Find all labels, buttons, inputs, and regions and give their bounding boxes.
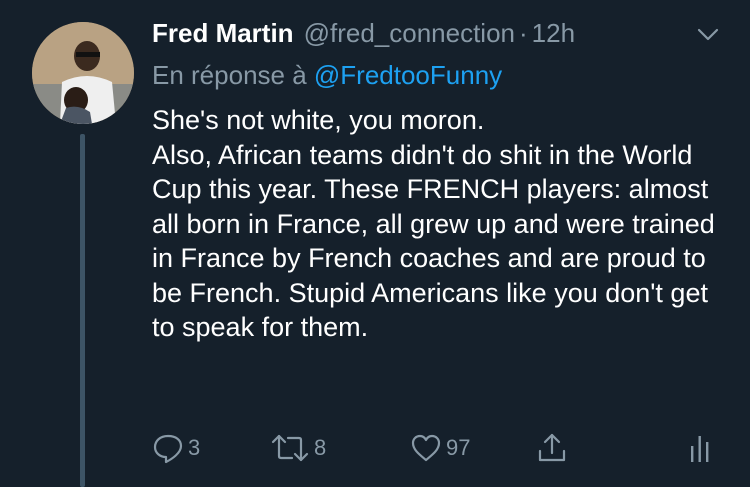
retweet-button[interactable]: 8 [270,428,326,468]
reply-context: En réponse à @FredtooFunny [152,60,502,91]
reply-icon [153,434,183,464]
tweet-header: Fred Martin @fred_connection · 12h [152,18,730,54]
avatar-photo [32,22,134,124]
tweet-text: She's not white, you moron. Also, Africa… [152,103,737,345]
tweet-timestamp[interactable]: 12h [532,18,575,49]
analytics-button[interactable] [688,428,712,468]
analytics-icon [691,436,709,462]
author-handle[interactable]: @fred_connection [304,18,515,49]
reply-prefix: En réponse à [152,60,314,90]
tweet-actions: 3 8 97 [152,428,732,468]
reply-mention-link[interactable]: @FredtooFunny [314,60,502,90]
heart-icon [411,434,441,462]
chevron-down-icon[interactable] [696,24,720,44]
author-name[interactable]: Fred Martin [152,18,294,49]
like-count: 97 [446,435,471,460]
reply-button[interactable]: 3 [152,428,200,468]
reply-count: 3 [188,435,201,460]
retweet-icon [271,434,309,462]
share-button[interactable] [536,428,568,468]
like-button[interactable]: 97 [410,428,470,468]
separator-dot: · [519,18,528,48]
share-icon [538,433,566,462]
retweet-count: 8 [314,435,327,460]
author-avatar[interactable] [32,22,134,124]
thread-line [80,134,85,487]
tweet-text-line: Also, African teams didn't do shit in th… [152,139,715,343]
tweet-text-line: She's not white, you moron. [152,105,485,135]
